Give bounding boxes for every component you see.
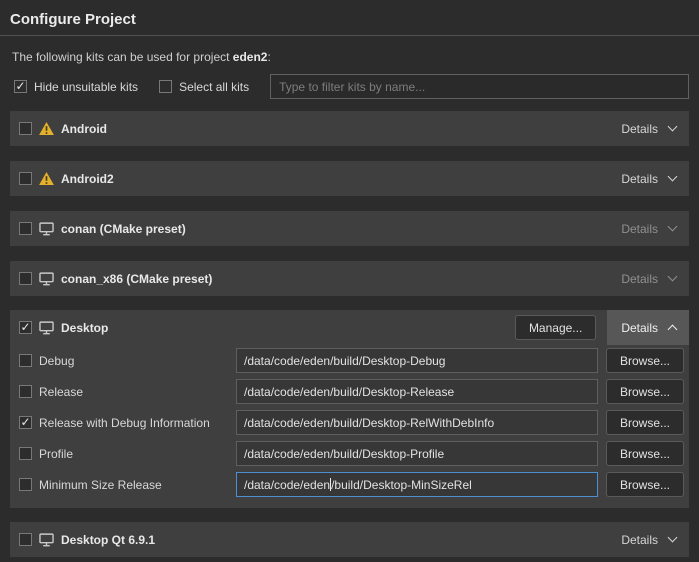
kit-row: ✓ Android2 Details — [10, 161, 689, 196]
kit-checkbox[interactable]: ✓ — [19, 222, 32, 235]
build-dir-input[interactable]: /data/code/eden/build/Desktop-RelWithDeb… — [236, 410, 598, 435]
kit-header: ✓ Android Details — [10, 111, 689, 146]
kit-checkbox[interactable]: ✓ — [19, 272, 32, 285]
manage-button[interactable]: Manage... — [515, 315, 596, 340]
kit-header: ✓ Android2 Details — [10, 161, 689, 196]
kit-name: Desktop — [61, 321, 108, 335]
kit-header: ✓ Desktop Manage... Details — [10, 310, 689, 345]
build-config-row: ✓ Release /data/code/eden/build/Desktop-… — [10, 376, 689, 407]
browse-button[interactable]: Browse... — [606, 441, 684, 466]
text-caret — [330, 478, 331, 491]
desktop-icon — [39, 222, 54, 236]
kit-row: ✓ conan (CMake preset) Details — [10, 211, 689, 246]
desktop-icon — [39, 272, 54, 286]
kit-name: conan (CMake preset) — [61, 222, 186, 236]
build-config-label[interactable]: Minimum Size Release — [39, 478, 236, 492]
intro-text: The following kits can be used for proje… — [12, 50, 689, 64]
hide-unsuitable-checkbox[interactable]: ✓ — [14, 80, 27, 93]
build-config-row: ✓ Debug /data/code/eden/build/Desktop-De… — [10, 345, 689, 376]
build-config-checkbox[interactable]: ✓ — [19, 416, 32, 429]
build-config-label[interactable]: Release — [39, 385, 236, 399]
page-title-bar: Configure Project — [0, 0, 699, 36]
hide-unsuitable-label[interactable]: Hide unsuitable kits — [34, 80, 138, 94]
kit-name: Desktop Qt 6.9.1 — [61, 533, 155, 547]
build-dir-input[interactable]: /data/code/eden/build/Desktop-Debug — [236, 348, 598, 373]
details-label: Details — [621, 533, 658, 547]
checkmark-icon: ✓ — [20, 321, 30, 333]
kit-name: conan_x86 (CMake preset) — [61, 272, 212, 286]
details-button[interactable]: Details — [607, 261, 689, 296]
details-label: Details — [621, 222, 658, 236]
intro-suffix: : — [267, 50, 270, 64]
kit-checkbox[interactable]: ✓ — [19, 122, 32, 135]
intro-prefix: The following kits can be used for proje… — [12, 50, 233, 64]
chevron-icon — [668, 122, 678, 132]
build-config-checkbox[interactable]: ✓ — [19, 447, 32, 460]
details-button[interactable]: Details — [607, 211, 689, 246]
details-button[interactable]: Details — [607, 310, 689, 345]
kit-header: ✓ conan_x86 (CMake preset) Details — [10, 261, 689, 296]
build-config-label[interactable]: Profile — [39, 447, 236, 461]
kit-row: ✓ Android Details — [10, 111, 689, 146]
checkmark-icon: ✓ — [15, 80, 25, 92]
browse-button[interactable]: Browse... — [606, 379, 684, 404]
page-title: Configure Project — [10, 11, 689, 28]
build-dir-input[interactable]: /data/code/eden/build/Desktop-MinSizeRel — [236, 472, 598, 497]
desktop-icon — [39, 533, 54, 547]
build-dir-input[interactable]: /data/code/eden/build/Desktop-Profile — [236, 441, 598, 466]
build-config-label[interactable]: Debug — [39, 354, 236, 368]
kit-header: ✓ Desktop Qt 6.9.1 Details — [10, 522, 689, 557]
build-dir-input[interactable]: /data/code/eden/build/Desktop-Release — [236, 379, 598, 404]
kit-name: Android — [61, 122, 107, 136]
kit-list: ✓ Android Details ✓ — [10, 111, 689, 557]
details-button[interactable]: Details — [607, 161, 689, 196]
desktop-icon — [39, 321, 54, 335]
kit-header: ✓ conan (CMake preset) Details — [10, 211, 689, 246]
build-config-row: ✓ Minimum Size Release /data/code/eden/b… — [10, 469, 689, 500]
select-all-label[interactable]: Select all kits — [179, 80, 249, 94]
build-config-checkbox[interactable]: ✓ — [19, 478, 32, 491]
details-label: Details — [621, 172, 658, 186]
details-label: Details — [621, 272, 658, 286]
build-config-checkbox[interactable]: ✓ — [19, 385, 32, 398]
build-config-checkbox[interactable]: ✓ — [19, 354, 32, 367]
select-all-checkbox[interactable]: ✓ — [159, 80, 172, 93]
browse-button[interactable]: Browse... — [606, 348, 684, 373]
details-label: Details — [621, 122, 658, 136]
warning-icon — [39, 122, 54, 135]
kit-row: ✓ conan_x86 (CMake preset) Details — [10, 261, 689, 296]
warning-icon — [39, 172, 54, 185]
build-config-row: ✓ Release with Debug Information /data/c… — [10, 407, 689, 438]
chevron-icon — [668, 222, 678, 232]
chevron-icon — [668, 172, 678, 182]
kit-checkbox[interactable]: ✓ — [19, 533, 32, 546]
filter-bar: ✓ Hide unsuitable kits ✓ Select all kits — [14, 74, 689, 99]
details-button[interactable]: Details — [607, 111, 689, 146]
browse-button[interactable]: Browse... — [606, 410, 684, 435]
kit-checkbox[interactable]: ✓ — [19, 321, 32, 334]
chevron-icon — [668, 325, 678, 335]
build-config-label[interactable]: Release with Debug Information — [39, 416, 236, 430]
kit-name: Android2 — [61, 172, 114, 186]
kit-filter-input[interactable] — [270, 74, 689, 99]
details-label: Details — [621, 321, 658, 335]
build-config-row: ✓ Profile /data/code/eden/build/Desktop-… — [10, 438, 689, 469]
kit-row: ✓ Desktop Qt 6.9.1 Details — [10, 522, 689, 557]
kit-configs: ✓ Debug /data/code/eden/build/Desktop-De… — [10, 345, 689, 508]
checkmark-icon: ✓ — [20, 416, 30, 428]
browse-button[interactable]: Browse... — [606, 472, 684, 497]
chevron-icon — [668, 272, 678, 282]
kit-checkbox[interactable]: ✓ — [19, 172, 32, 185]
kit-row: ✓ Desktop Manage... Details ✓ Debug /dat… — [10, 310, 689, 508]
project-name: eden2 — [233, 50, 268, 64]
details-button[interactable]: Details — [607, 522, 689, 557]
chevron-icon — [668, 533, 678, 543]
